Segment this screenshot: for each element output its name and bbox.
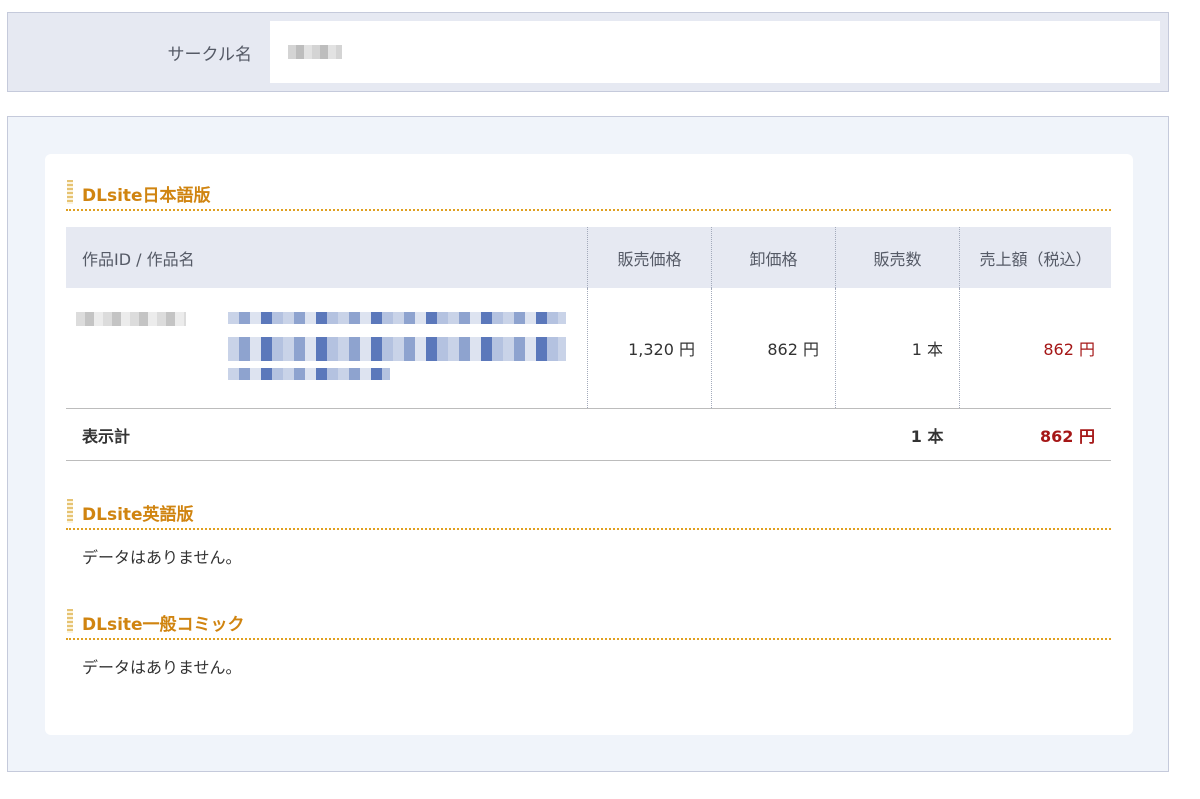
header-wholesale: 卸価格 (711, 227, 836, 288)
work-title-mosaic (228, 368, 390, 380)
work-title-mosaic (228, 337, 566, 349)
cell-sales: 862 円 (959, 288, 1111, 409)
title-marker-icon (67, 609, 73, 633)
section-dlsite-english: DLsite英語版 データはありません。 (66, 496, 1111, 568)
header-price: 販売価格 (587, 227, 712, 288)
total-empty (711, 408, 836, 461)
header-work: 作品ID / 作品名 (66, 227, 588, 288)
section-title: DLsite日本語版 (66, 177, 1111, 211)
section-title: DLsite一般コミック (66, 606, 1111, 640)
no-data-message: データはありません。 (82, 548, 242, 567)
total-row: 表示計 1 本 862 円 (66, 408, 1111, 461)
work-title-mosaic (228, 312, 566, 324)
no-data-message: データはありません。 (82, 658, 242, 677)
section-title-text: DLsite英語版 (82, 504, 194, 525)
sales-card: DLsite日本語版 作品ID / 作品名 販売価格 卸価格 販売数 売上額（税… (45, 154, 1133, 735)
work-id-mosaic (76, 312, 186, 326)
circle-name-panel: サークル名 (7, 12, 1169, 92)
total-label: 表示計 (66, 408, 588, 461)
sales-panel: DLsite日本語版 作品ID / 作品名 販売価格 卸価格 販売数 売上額（税… (7, 116, 1169, 772)
total-empty (587, 408, 712, 461)
work-title-mosaic (228, 349, 566, 361)
work-cell (66, 288, 588, 409)
cell-wholesale: 862 円 (711, 288, 836, 409)
total-sales: 862 円 (959, 408, 1111, 461)
total-count: 1 本 (835, 408, 960, 461)
title-marker-icon (67, 499, 73, 523)
section-dlsite-japanese: DLsite日本語版 作品ID / 作品名 販売価格 卸価格 販売数 売上額（税… (66, 177, 1111, 461)
circle-name-value (270, 21, 1160, 83)
section-dlsite-general-comics: DLsite一般コミック データはありません。 (66, 606, 1111, 678)
title-marker-icon (67, 180, 73, 204)
sales-table: 作品ID / 作品名 販売価格 卸価格 販売数 売上額（税込） 1,320 円 … (66, 227, 1111, 461)
circle-name-label: サークル名 (16, 21, 270, 83)
circle-name-mosaic (288, 45, 342, 59)
cell-count: 1 本 (835, 288, 960, 409)
section-title: DLsite英語版 (66, 496, 1111, 530)
table-row: 1,320 円 862 円 1 本 862 円 (66, 288, 1111, 409)
section-title-text: DLsite一般コミック (82, 614, 245, 635)
table-header-row: 作品ID / 作品名 販売価格 卸価格 販売数 売上額（税込） (66, 227, 1111, 288)
header-count: 販売数 (835, 227, 960, 288)
header-sales: 売上額（税込） (959, 227, 1111, 288)
section-title-text: DLsite日本語版 (82, 185, 211, 206)
cell-price: 1,320 円 (587, 288, 712, 409)
circle-name-row: サークル名 (16, 21, 1160, 83)
